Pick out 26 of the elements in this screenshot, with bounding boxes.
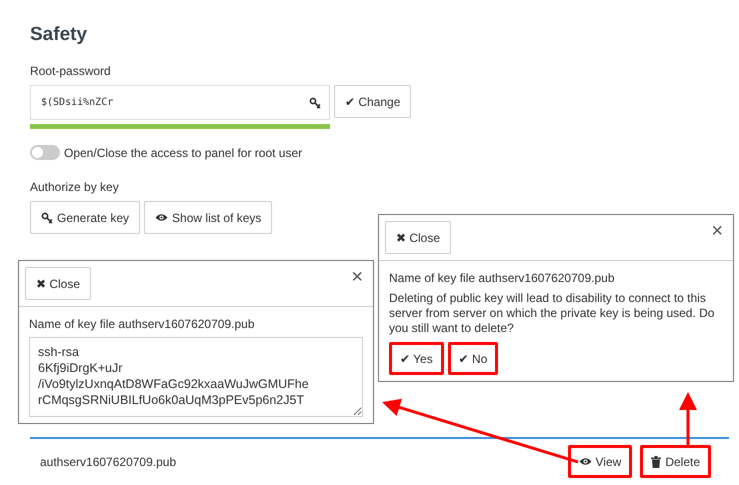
change-button[interactable]: ✔ Change [334, 85, 412, 118]
page-title: Safety [30, 24, 88, 46]
annotation-arrow [679, 392, 697, 446]
close-button[interactable]: ✖ Close [385, 221, 452, 254]
view-button[interactable]: View [568, 445, 632, 478]
key-icon [41, 212, 53, 224]
action-button[interactable]: Generate key [30, 201, 140, 234]
action-button[interactable]: Show list of keys [144, 201, 272, 234]
key-file-name: authserv1607620709.pub [40, 454, 176, 468]
key-text-area[interactable]: ssh-rsa 6Kfj9iDrgK+uJr /iVo9tylzUxnqAtD8WFaGc92kxaaWuJwGMUFhe rCMqsgSRNiUBILfUo6k0aUqM3pPEv5p6n2J5T [29, 337, 363, 417]
key-icon [309, 96, 321, 108]
toggle-label: Open/Close the access to panel for root user [64, 146, 302, 160]
field-label: Root-password [30, 64, 112, 78]
trash-icon [651, 456, 662, 468]
eye-icon [155, 213, 168, 222]
file-label: Name of key file authserv1607620709.pub [29, 317, 256, 331]
file-label: Name of key file authserv1607620709.pub [389, 271, 616, 285]
delete-button[interactable]: Delete [640, 445, 711, 478]
yes-button[interactable]: ✔ Yes [389, 342, 444, 375]
password-field[interactable]: $(SDsii%nZCr [30, 85, 330, 120]
eye-icon [578, 457, 592, 466]
section-label: Authorize by key [30, 180, 120, 194]
no-button[interactable]: ✔ No [448, 342, 498, 375]
delete-warning: Deleting of public key will lead to disability to connect to this server from server on which the private key is being used. Do you still want to delete? [389, 291, 716, 336]
toggle-switch[interactable] [30, 145, 60, 160]
close-button[interactable]: ✖ Close [25, 267, 92, 300]
